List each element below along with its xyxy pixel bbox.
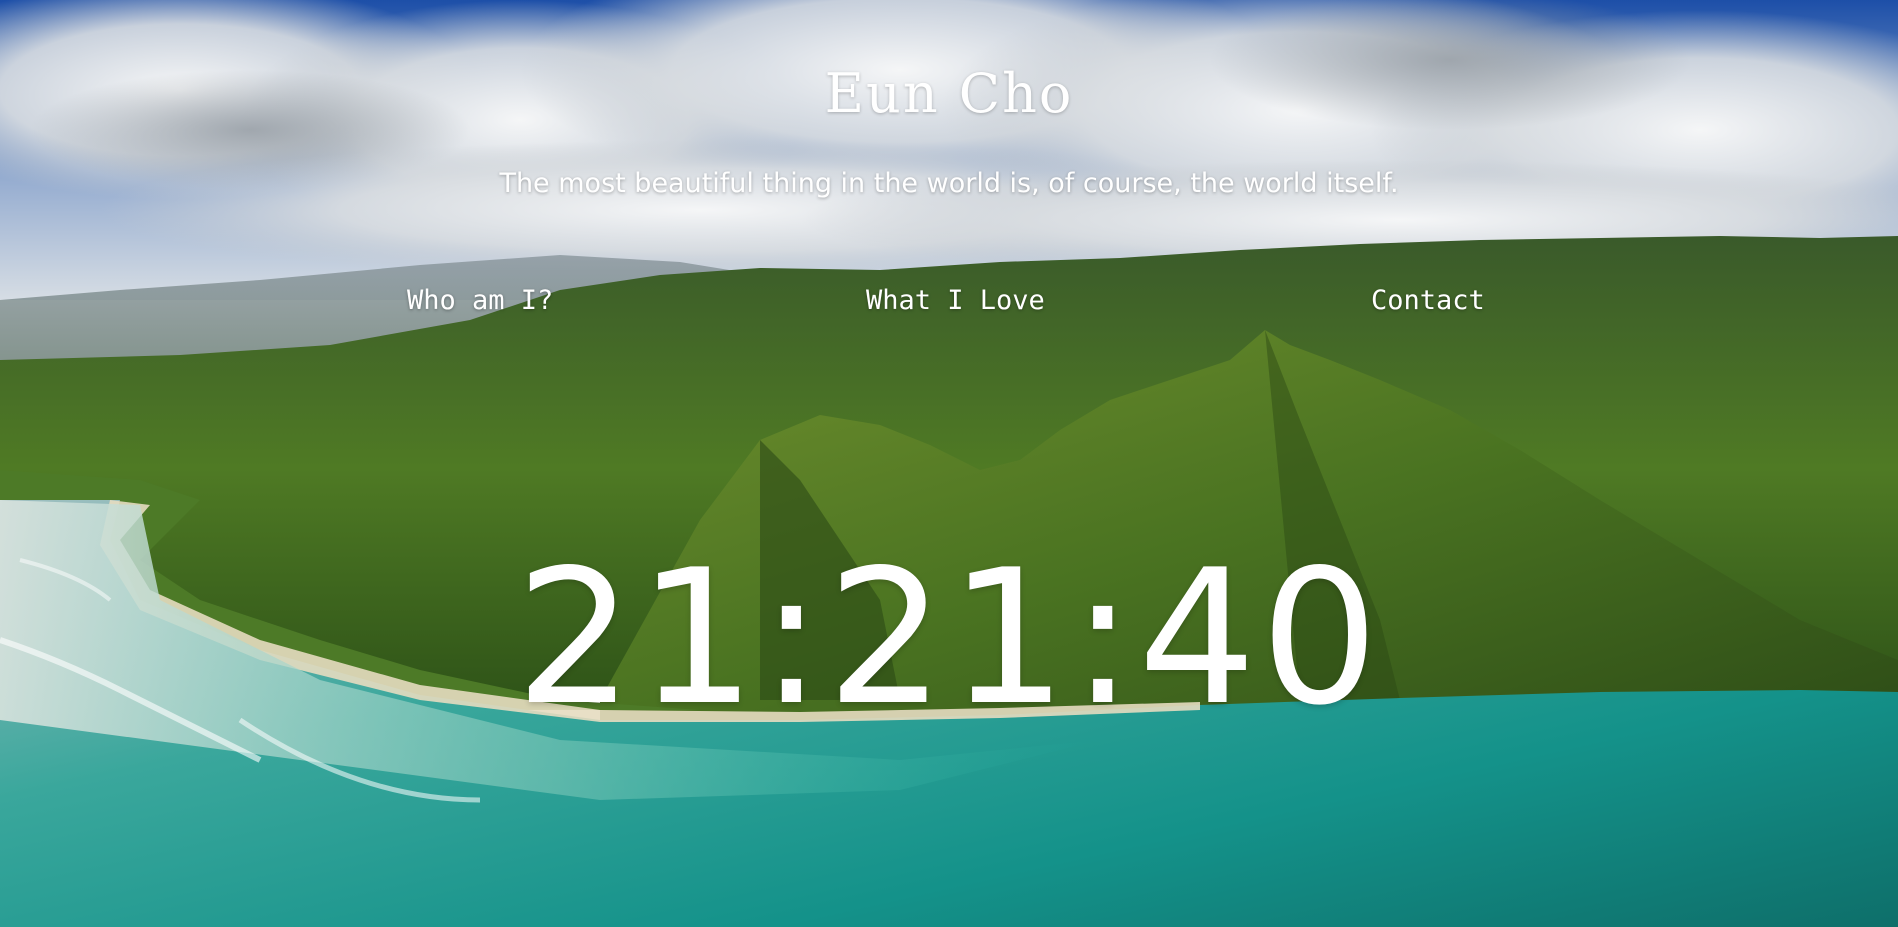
clock-display: 21:21:40 — [515, 529, 1383, 746]
site-tagline: The most beautiful thing in the world is… — [499, 168, 1399, 199]
nav-link-contact[interactable]: Contact — [1371, 284, 1485, 318]
nav-link-who-am-i[interactable]: Who am I? — [407, 284, 553, 318]
nav-link-what-i-love[interactable]: What I Love — [866, 284, 1045, 318]
site-title: Eun Cho — [824, 62, 1074, 125]
background-landscape-image — [0, 0, 1898, 927]
